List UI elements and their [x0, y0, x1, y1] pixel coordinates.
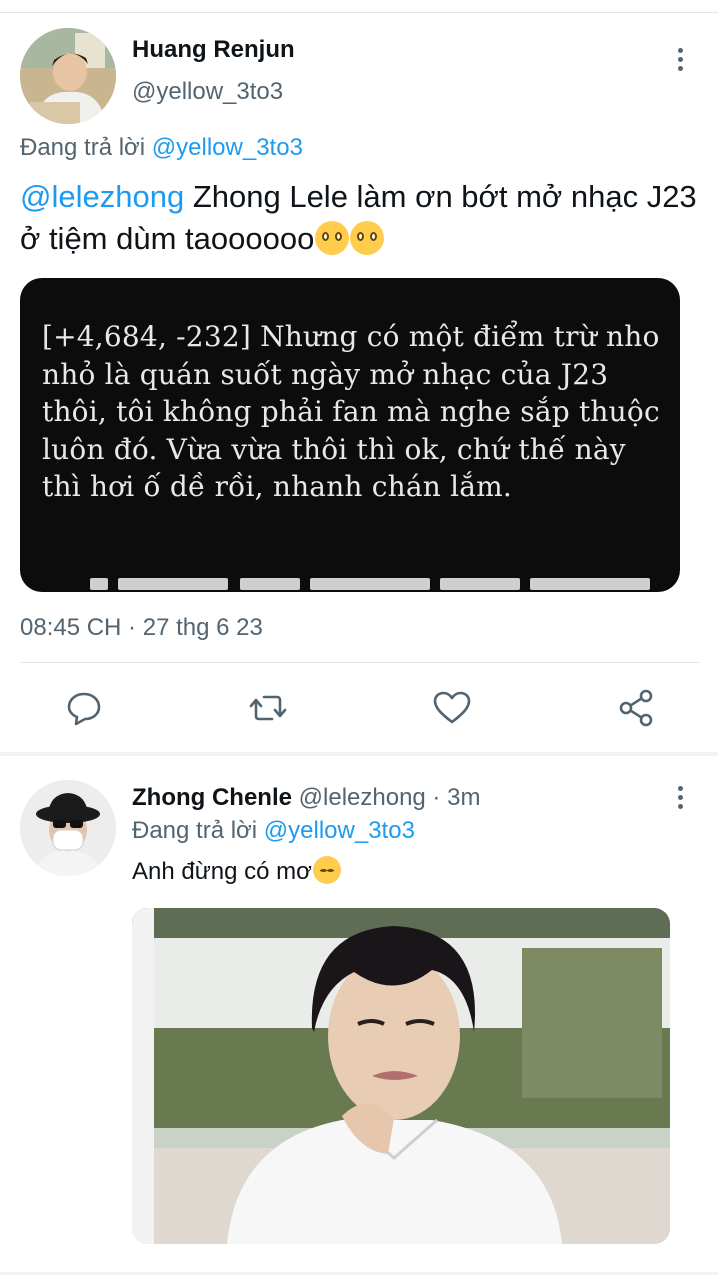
- divider: [20, 662, 700, 663]
- like-icon[interactable]: [432, 688, 472, 728]
- replying-to-link[interactable]: @yellow_3to3: [152, 134, 303, 161]
- cropped-text-line: [90, 578, 670, 590]
- reply-icon[interactable]: [64, 688, 104, 728]
- author-name[interactable]: Huang Renjun: [132, 36, 295, 64]
- reply-image[interactable]: [132, 908, 670, 1244]
- reply-replying-to-line: Đang trả lời @yellow_3to3: [132, 817, 415, 845]
- top-divider: [0, 12, 718, 13]
- thread-separator: [0, 752, 718, 756]
- retweet-icon[interactable]: [248, 688, 288, 728]
- attached-image-text: [+4,684, -232] Nhưng có một điểm trừ nho…: [42, 320, 660, 503]
- slightly-smiling-face-icon: [315, 221, 350, 255]
- reply-author-name[interactable]: Zhong Chenle: [132, 784, 292, 811]
- reply-author-avatar[interactable]: [20, 780, 116, 876]
- replying-prefix: Đang trả lời: [20, 134, 152, 161]
- replying-to-line: Đang trả lời @yellow_3to3: [20, 134, 303, 162]
- reply-header: Zhong Chenle @lelezhong · 3m: [132, 784, 480, 812]
- reply-more-options-icon[interactable]: [668, 786, 692, 810]
- slightly-smiling-face-icon: [350, 221, 385, 255]
- reply-replying-prefix: Đang trả lời: [132, 817, 264, 844]
- more-options-icon[interactable]: [668, 48, 692, 72]
- attached-image[interactable]: [+4,684, -232] Nhưng có một điểm trừ nho…: [20, 278, 680, 592]
- smirking-face-icon: [312, 856, 341, 884]
- reply-handle-time[interactable]: @lelezhong · 3m: [292, 784, 481, 811]
- share-icon[interactable]: [616, 688, 656, 728]
- mention-link[interactable]: @lelezhong: [20, 179, 184, 214]
- tweet-text: @lelezhong Zhong Lele làm ơn bớt mở nhạc…: [20, 176, 700, 260]
- reply-body: Anh đừng có mơ: [132, 858, 312, 885]
- reply-replying-to-link[interactable]: @yellow_3to3: [264, 817, 415, 844]
- author-handle[interactable]: @yellow_3to3: [132, 78, 283, 106]
- tweet-timestamp[interactable]: 08:45 CH · 27 thg 6 23: [20, 614, 263, 642]
- author-avatar[interactable]: [20, 28, 116, 124]
- reply-text: Anh đừng có mơ: [132, 856, 341, 886]
